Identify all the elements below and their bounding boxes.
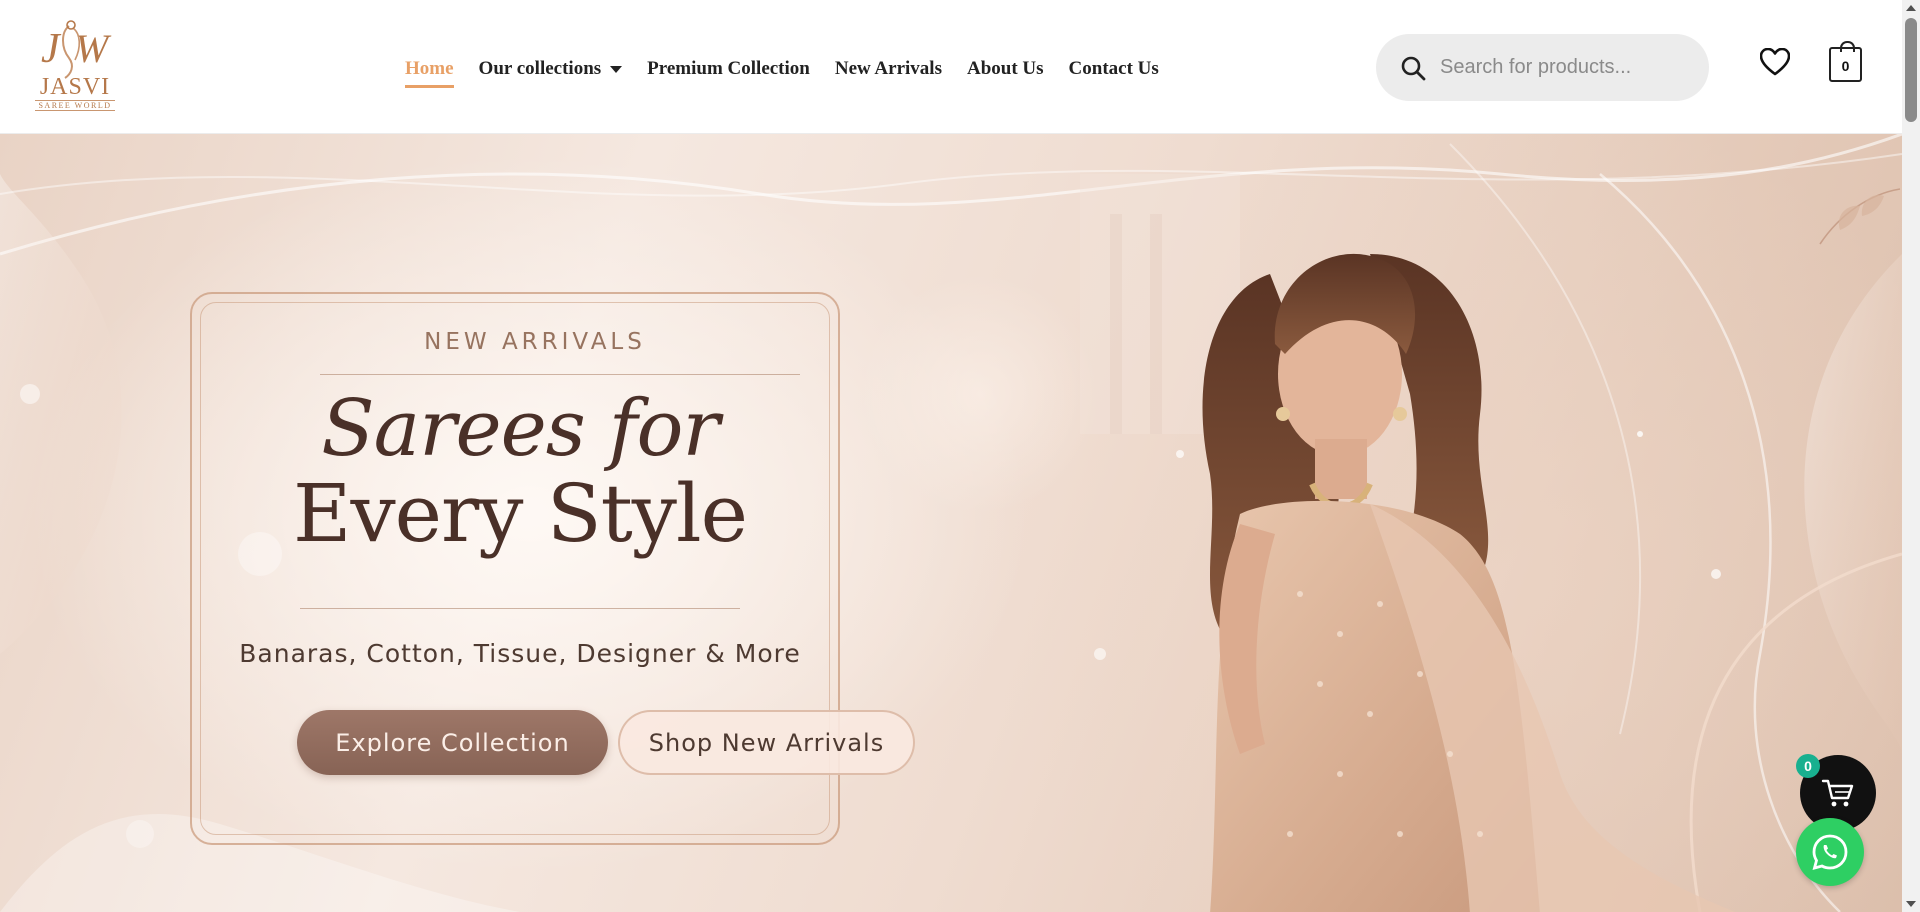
scroll-up-arrow-icon[interactable] [1906,5,1916,11]
hero-eyebrow: NEW ARRIVALS [424,329,646,355]
nav-item-new-arrivals[interactable]: New Arrivals [835,58,942,80]
cart-icon [1821,779,1854,807]
search-icon[interactable] [1400,55,1426,81]
svg-text:W: W [75,26,112,71]
model-photo [1202,253,1736,912]
nav-item-contact-us[interactable]: Contact Us [1069,58,1159,80]
scroll-down-arrow-icon[interactable] [1906,901,1916,907]
hero-headline-line2: Every Style [293,467,748,560]
cart-count: 0 [1841,58,1850,74]
search-input[interactable] [1440,56,1690,79]
brand-name: JASVI [39,74,111,100]
cart-button[interactable]: 0 [1829,41,1862,82]
scrollbar-thumb[interactable] [1905,18,1917,122]
nav-item-about-us[interactable]: About Us [967,58,1044,80]
site-header: J W JASVI SAREE WORLD Home Our collectio… [0,0,1902,134]
divider [300,608,740,609]
search-bar [1376,34,1709,101]
hero-subheading: Banaras, Cotton, Tissue, Designer & More [239,639,801,668]
hero-headline-line1: Sarees for [321,384,719,474]
brand-tagline: SAREE WORLD [35,100,115,111]
explore-collection-button[interactable]: Explore Collection [297,710,608,775]
heart-icon[interactable] [1760,48,1790,76]
divider [320,374,800,375]
whatsapp-icon [1812,834,1848,870]
nav-item-our-collections[interactable]: Our collections [479,58,623,80]
svg-text:J: J [41,26,62,72]
floating-cart-badge: 0 [1796,754,1820,778]
main-nav: Home Our collections Premium Collection … [405,56,1184,88]
whatsapp-chat-button[interactable] [1796,818,1864,886]
nav-item-premium-collection[interactable]: Premium Collection [647,58,810,80]
nav-item-label: Our collections [478,58,602,79]
brand-monogram-icon: J W [41,20,112,79]
shop-new-arrivals-button[interactable]: Shop New Arrivals [618,710,915,775]
page-scrollbar[interactable] [1902,0,1920,912]
hero-banner: NEW ARRIVALS Sarees for Every Style Bana… [0,134,1902,912]
nav-item-home[interactable]: Home [405,58,454,88]
caret-down-icon [610,65,623,73]
brand-logo[interactable]: J W JASVI SAREE WORLD [30,18,120,116]
